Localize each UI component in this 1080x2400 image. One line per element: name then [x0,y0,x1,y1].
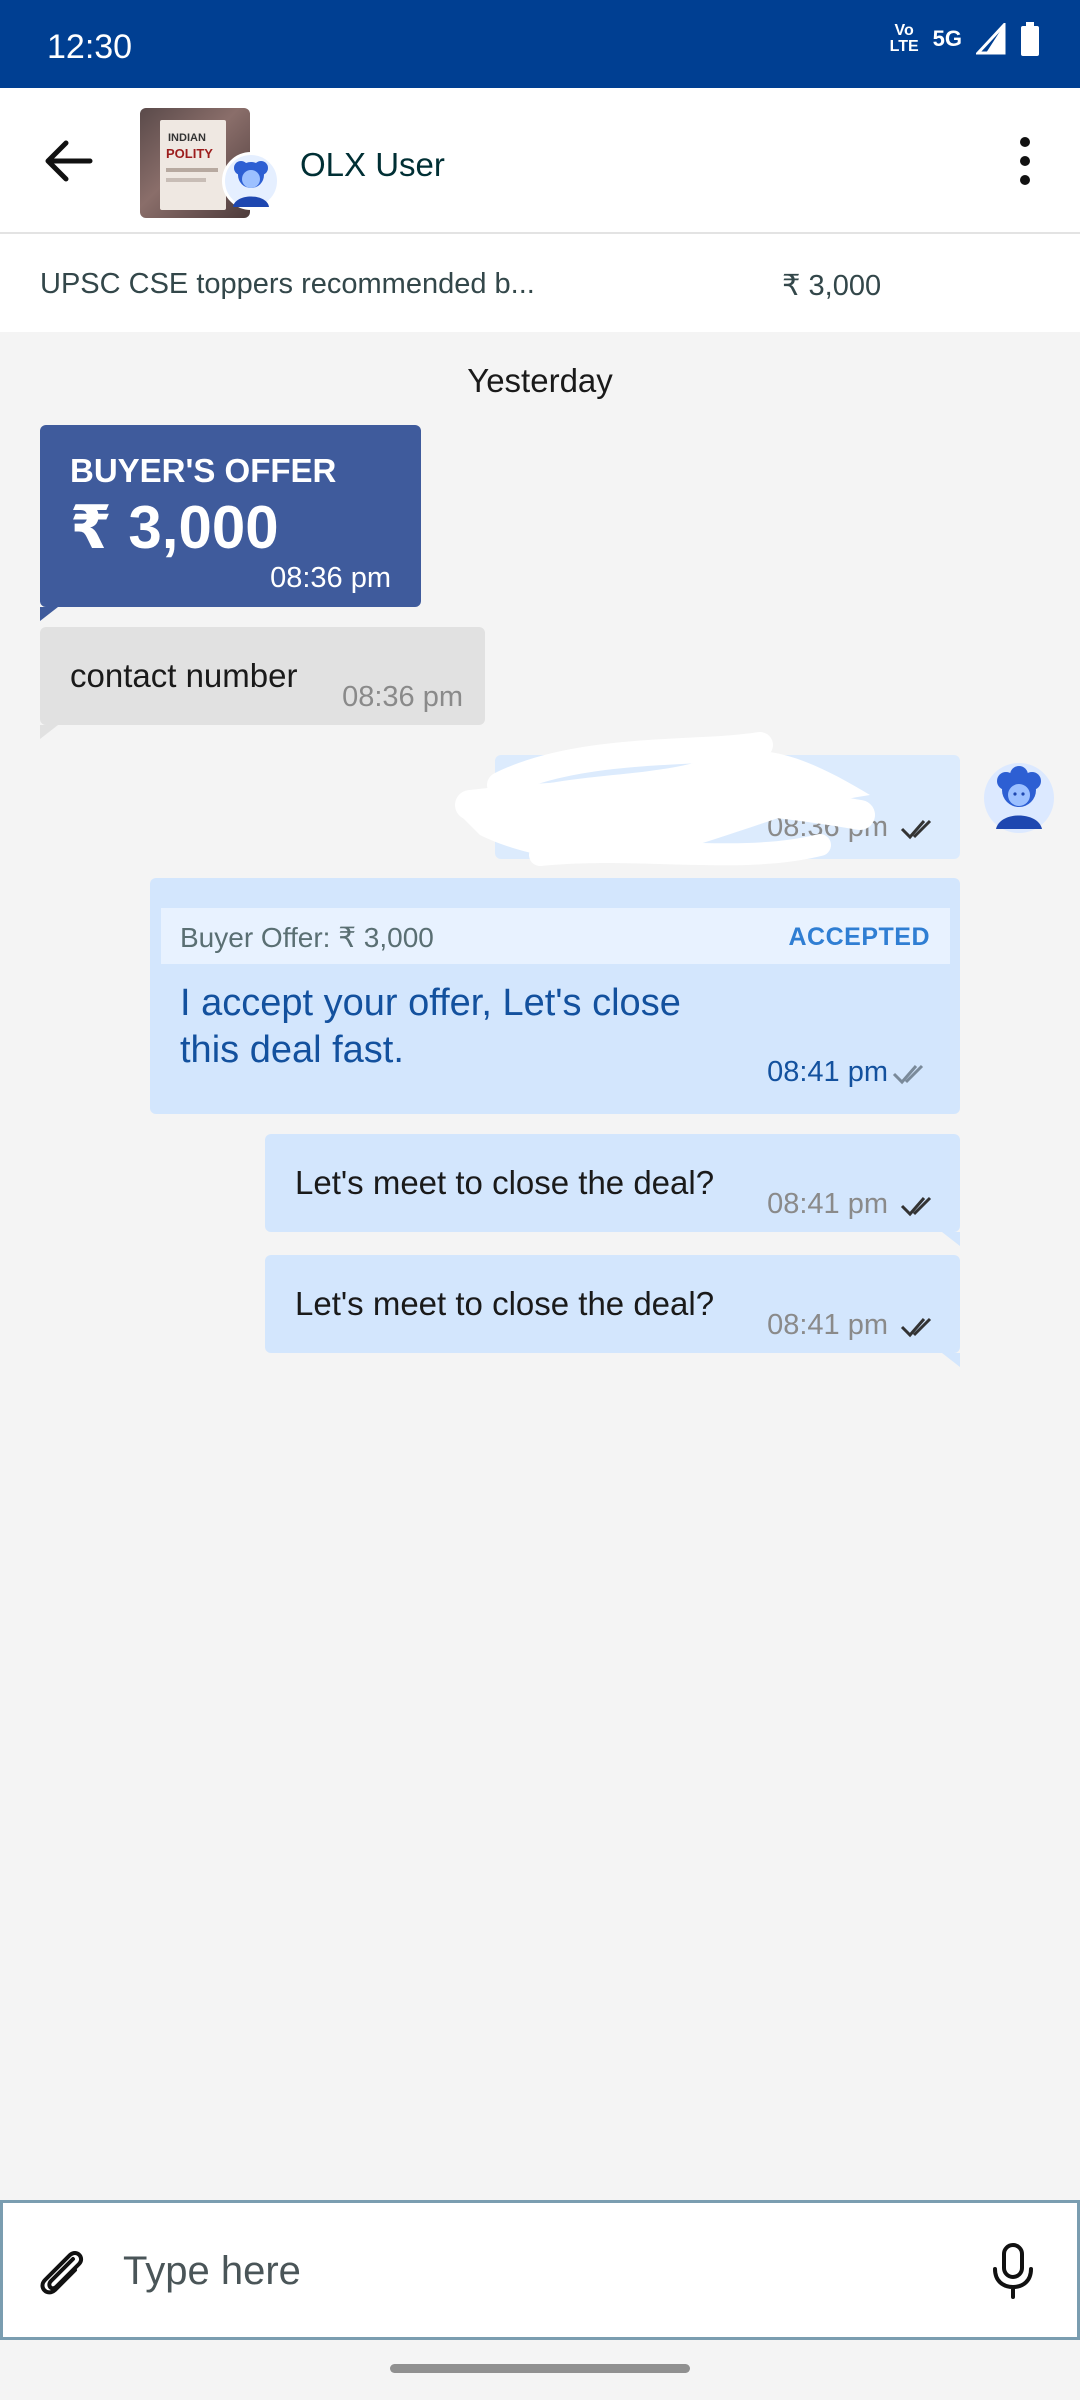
double-check-icon [900,1317,932,1338]
more-options-button[interactable] [1000,133,1050,189]
ad-summary[interactable]: UPSC CSE toppers recommended b... ₹ 3,00… [0,234,1080,332]
message-time: 08:36 pm [270,562,391,594]
message-time: 08:41 pm [767,1309,888,1341]
status-icons: Vo LTE 5G [890,22,1040,56]
chat-header: INDIAN POLITY OLX User [0,88,1080,234]
ad-price: ₹ 3,000 [782,270,882,302]
microphone-icon [993,2243,1033,2299]
accepted-offer-bubble[interactable]: Buyer Offer: ₹ 3,000 ACCEPTED I accept y… [150,878,960,1114]
buyer-offer-bubble[interactable]: BUYER'S OFFER ₹ 3,000 08:36 pm [40,425,421,621]
my-avatar [984,763,1054,833]
status-bar: 12:30 Vo LTE 5G [0,0,1080,88]
volte-icon: Vo LTE [889,22,919,55]
battery-icon [1021,22,1039,56]
home-indicator[interactable] [390,2364,690,2373]
avatar-icon [233,161,269,207]
offer-amount: ₹ 3,000 [70,494,279,561]
redaction-scribble [455,732,875,866]
arrow-left-icon [45,140,93,182]
message-composer [0,2200,1080,2340]
message-time: 08:41 pm [767,1056,888,1088]
signal-icon [976,23,1006,55]
double-check-icon [900,1196,932,1217]
more-vertical-icon [1020,137,1030,185]
sent-message[interactable]: Let's meet to close the deal? 08:41 pm [265,1255,960,1367]
ad-title: UPSC CSE toppers recommended b... [40,268,535,300]
message-time: 08:36 pm [342,681,463,713]
paperclip-icon [40,2251,84,2295]
day-separator: Yesterday [467,362,613,399]
attach-button[interactable] [33,2243,89,2299]
message-text: contact number [70,657,298,694]
double-check-icon [900,819,932,840]
microphone-button[interactable] [985,2241,1041,2301]
sent-message[interactable]: Let's meet to close the deal? 08:41 pm [265,1134,960,1246]
network-type: 5G [932,26,962,51]
offer-label: BUYER'S OFFER [70,452,337,489]
avatar-icon [996,766,1042,829]
buyer-offer-label: Buyer Offer: ₹ 3,000 [180,922,434,953]
double-check-icon [892,1064,924,1085]
accepted-offer-header: Buyer Offer: ₹ 3,000 ACCEPTED [161,908,950,964]
message-text: I accept your offer, Let's close this de… [180,982,681,1071]
status-time: 12:30 [47,28,133,66]
received-message[interactable]: contact number 08:36 pm [40,627,485,739]
message-text: Let's meet to close the deal? [295,1164,715,1201]
chat-user-name[interactable]: OLX User [300,146,445,184]
book-cover: INDIAN POLITY [160,120,226,210]
back-button[interactable] [36,129,100,193]
message-input[interactable] [123,2233,943,2309]
message-text: Let's meet to close the deal? [295,1285,715,1322]
user-avatar [222,152,280,210]
message-time: 08:41 pm [767,1188,888,1220]
status-badge: ACCEPTED [788,923,930,951]
